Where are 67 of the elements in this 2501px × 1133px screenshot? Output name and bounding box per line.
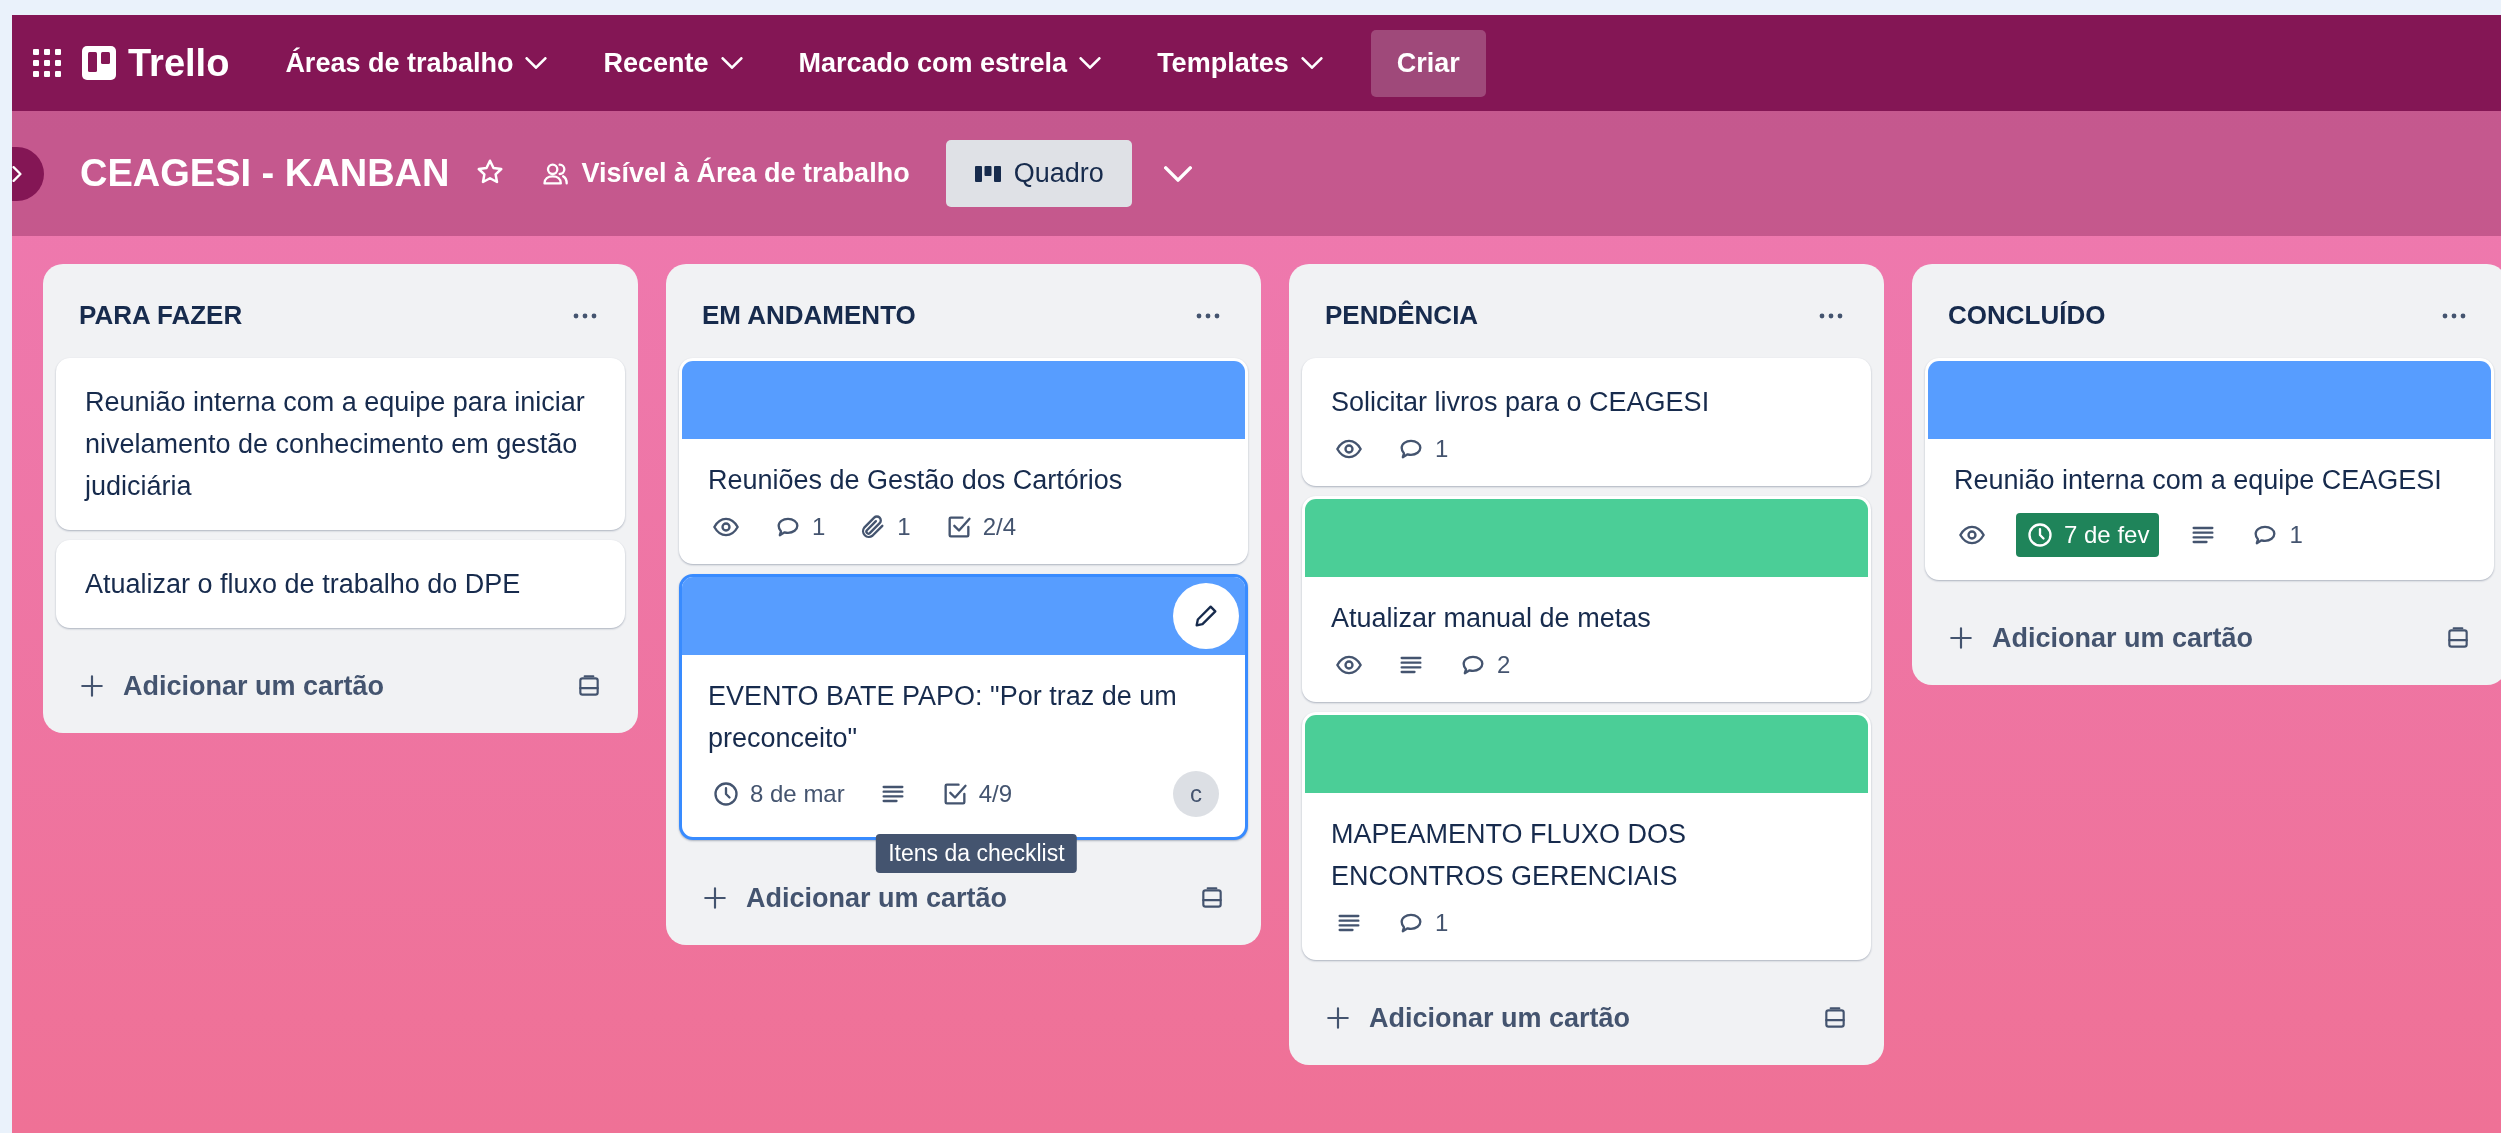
comments-count: 1 [1435,909,1449,937]
clock-icon [712,780,740,808]
ellipsis-icon [572,311,598,320]
add-card-button[interactable]: Adicionar um cartão [79,670,385,702]
card[interactable]: MAPEAMENTO FLUXO DOS ENCONTROS GERENCIAIS 1 [1302,712,1871,960]
template-icon [576,673,602,699]
nav-menu[interactable]: Marcado com estrela [780,37,1120,89]
ellipsis-icon [1818,311,1844,320]
card-title: EVENTO BATE PAPO: "Por traz de um preconceito" [708,680,1178,755]
card[interactable]: Atualizar o fluxo de trabalho do DPE [56,540,625,628]
template-icon [2445,625,2471,651]
board-title[interactable]: CEAGESI - KANBAN [80,152,450,195]
comments-count: 2 [1497,651,1511,679]
apps-grid-icon[interactable] [32,48,62,78]
list-title[interactable]: PARA FAZER [79,300,243,331]
card-title: Atualizar o fluxo de trabalho do DPE [85,568,522,601]
nav-menu[interactable]: Áreas de trabalho [267,37,566,89]
comments-count: 1 [1435,435,1449,463]
card-title: Solicitar livros para o CEAGESI [1331,386,1711,419]
ellipsis-icon [2441,311,2467,320]
chevron-down-icon [1300,57,1323,69]
checklist-count: 2/4 [982,513,1017,541]
card[interactable]: Reuniões de Gestão dos Cartórios 1 1 2/4 [679,358,1248,564]
tooltip: Itens da checklist [876,834,1077,873]
app-logo-text[interactable]: Trello [128,41,230,85]
chevron-down-icon [525,57,548,69]
list-title[interactable]: CONCLUÍDO [1948,300,2106,331]
add-card-button[interactable]: Adicionar um cartão [1948,622,2254,654]
chevron-down-icon [1163,165,1192,182]
add-card-button[interactable]: Adicionar um cartão [702,882,1008,914]
template-icon [1199,885,1225,911]
member-avatar[interactable]: c [1173,771,1219,817]
attachments-count: 1 [897,513,911,541]
due-date: 8 de mar [750,780,845,808]
card-title: Reunião interna com a equipe CEAGESI [1954,464,2443,497]
list-title[interactable]: PENDÊNCIA [1325,300,1479,331]
card[interactable]: Reunião interna com a equipe para iniciar nivelamento de conhecimento em gestão judiciária [56,358,625,530]
sidebar-toggle[interactable] [12,146,44,201]
card[interactable]: Atualizar manual de metas 2 [1302,496,1871,702]
create-button[interactable]: Criar [1370,29,1486,97]
comments-count: 1 [812,513,826,541]
template-icon [1822,1005,1848,1031]
comments-count: 1 [2289,521,2303,549]
card-title: Reunião interna com a equipe para iniciar nivelamento de conhecimento em gestão judiciária [85,386,586,503]
add-card-button[interactable]: Adicionar um cartão [1325,1002,1631,1034]
plus-icon [1948,625,1974,651]
checklist-count: 4/9 [978,780,1013,808]
nav-menu[interactable]: Recente [585,37,761,89]
card-title: Atualizar manual de metas [1331,602,1652,635]
view-switcher[interactable]: Quadro [945,140,1132,207]
chevron-right-icon [12,165,22,182]
ellipsis-icon [1195,311,1221,320]
card[interactable]: Reunião interna com a equipe CEAGESI 7 de fev 1 [1925,358,2494,580]
chevron-down-icon [1079,57,1102,69]
card[interactable]: Solicitar livros para o CEAGESI 1 [1302,358,1871,486]
due-date: 7 de fev [2064,521,2150,549]
clock-icon [2026,521,2054,549]
plus-icon [1325,1005,1351,1031]
plus-icon [79,673,105,699]
chevron-down-icon [720,57,743,69]
board-logo-icon[interactable] [82,46,116,80]
list-title[interactable]: EM ANDAMENTO [702,300,916,331]
nav-menu[interactable]: Templates [1139,37,1341,89]
card-title: MAPEAMENTO FLUXO DOS ENCONTROS GERENCIAIS [1331,818,1688,893]
visibility-button[interactable]: Visível à Área de trabalho [531,148,920,199]
card-title: Reuniões de Gestão dos Cartórios [708,464,1124,497]
plus-icon [702,885,728,911]
